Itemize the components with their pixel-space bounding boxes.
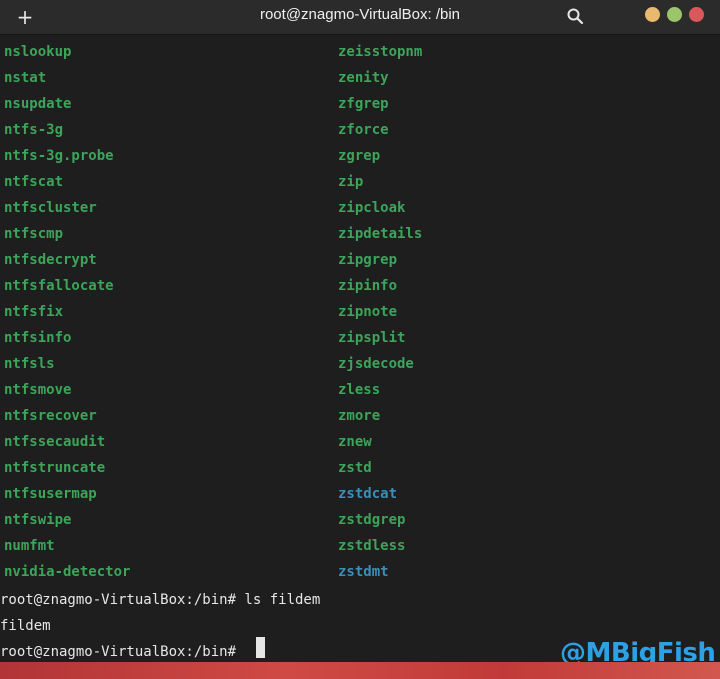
file-entry-ntfstruncate: ntfstruncate	[4, 460, 106, 476]
text-cursor	[256, 637, 265, 658]
file-entry-zforce: zforce	[338, 122, 389, 138]
file-entry-ntfscmp: ntfscmp	[4, 226, 64, 242]
minimize-button[interactable]	[645, 7, 660, 22]
file-entry-zipinfo: zipinfo	[338, 278, 398, 294]
file-entry-ntfsfallocate: ntfsfallocate	[4, 278, 114, 294]
title-bar: + root@znagmo-VirtualBox: /bin	[0, 0, 720, 35]
shell-prompt: root@znagmo-VirtualBox:/bin#	[0, 644, 237, 660]
maximize-button[interactable]	[667, 7, 682, 22]
file-entry-ntfsmove: ntfsmove	[4, 382, 72, 398]
command-line: root@znagmo-VirtualBox:/bin# ls fildem	[0, 592, 321, 608]
command-output: fildem	[0, 618, 51, 634]
file-entry-nsupdate: nsupdate	[4, 96, 72, 112]
file-entry-ntfsinfo: ntfsinfo	[4, 330, 72, 346]
watermark: @MBigFish	[560, 638, 716, 662]
file-entry-zfgrep: zfgrep	[338, 96, 389, 112]
close-button[interactable]	[689, 7, 704, 22]
file-entry-zipgrep: zipgrep	[338, 252, 398, 268]
file-entry-zless: zless	[338, 382, 381, 398]
file-entry-zgrep: zgrep	[338, 148, 381, 164]
file-entry-zstdgrep: zstdgrep	[338, 512, 406, 528]
search-icon[interactable]	[566, 7, 584, 25]
file-entry-numfmt: numfmt	[4, 538, 55, 554]
file-entry-znew: znew	[338, 434, 372, 450]
file-entry-nstat: nstat	[4, 70, 47, 86]
file-entry-ntfsusermap: ntfsusermap	[4, 486, 97, 502]
file-entry-nslookup: nslookup	[4, 44, 72, 60]
file-entry-zmore: zmore	[338, 408, 381, 424]
file-entry-zipcloak: zipcloak	[338, 200, 406, 216]
file-entry-ntfs-3g: ntfs-3g	[4, 122, 64, 138]
file-entry-zenity: zenity	[338, 70, 389, 86]
file-entry-zstdless: zstdless	[338, 538, 406, 554]
file-entry-ntfscluster: ntfscluster	[4, 200, 97, 216]
terminal-content[interactable]: nslookup nstat nsupdate ntfs-3g ntfs-3g.prob…	[0, 35, 720, 662]
window-title: root@znagmo-VirtualBox: /bin	[259, 6, 461, 23]
desktop-background	[0, 662, 720, 679]
file-entry-zipdetails: zipdetails	[338, 226, 423, 242]
file-entry-ntfssecaudit: ntfssecaudit	[4, 434, 106, 450]
file-entry-nvidia-detector: nvidia-detector	[4, 564, 131, 580]
file-entry-zstdcat: zstdcat	[338, 486, 398, 502]
file-entry-zjsdecode: zjsdecode	[338, 356, 414, 372]
file-entry-ntfsdecrypt: ntfsdecrypt	[4, 252, 97, 268]
file-entry-ntfsrecover: ntfsrecover	[4, 408, 97, 424]
file-entry-zipnote: zipnote	[338, 304, 398, 320]
file-entry-ntfscat: ntfscat	[4, 174, 64, 190]
file-entry-zstdmt: zstdmt	[338, 564, 389, 580]
file-entry-zipsplit: zipsplit	[338, 330, 406, 346]
file-entry-ntfs-3g-probe: ntfs-3g.probe	[4, 148, 114, 164]
file-entry-zip: zip	[338, 174, 364, 190]
file-entry-zstd: zstd	[338, 460, 372, 476]
file-entry-zeisstopnm: zeisstopnm	[338, 44, 423, 60]
file-entry-ntfswipe: ntfswipe	[4, 512, 72, 528]
file-entry-ntfsfix: ntfsfix	[4, 304, 64, 320]
file-entry-ntfsls: ntfsls	[4, 356, 55, 372]
terminal-window: + root@znagmo-VirtualBox: /bin nslookup n…	[0, 0, 720, 662]
